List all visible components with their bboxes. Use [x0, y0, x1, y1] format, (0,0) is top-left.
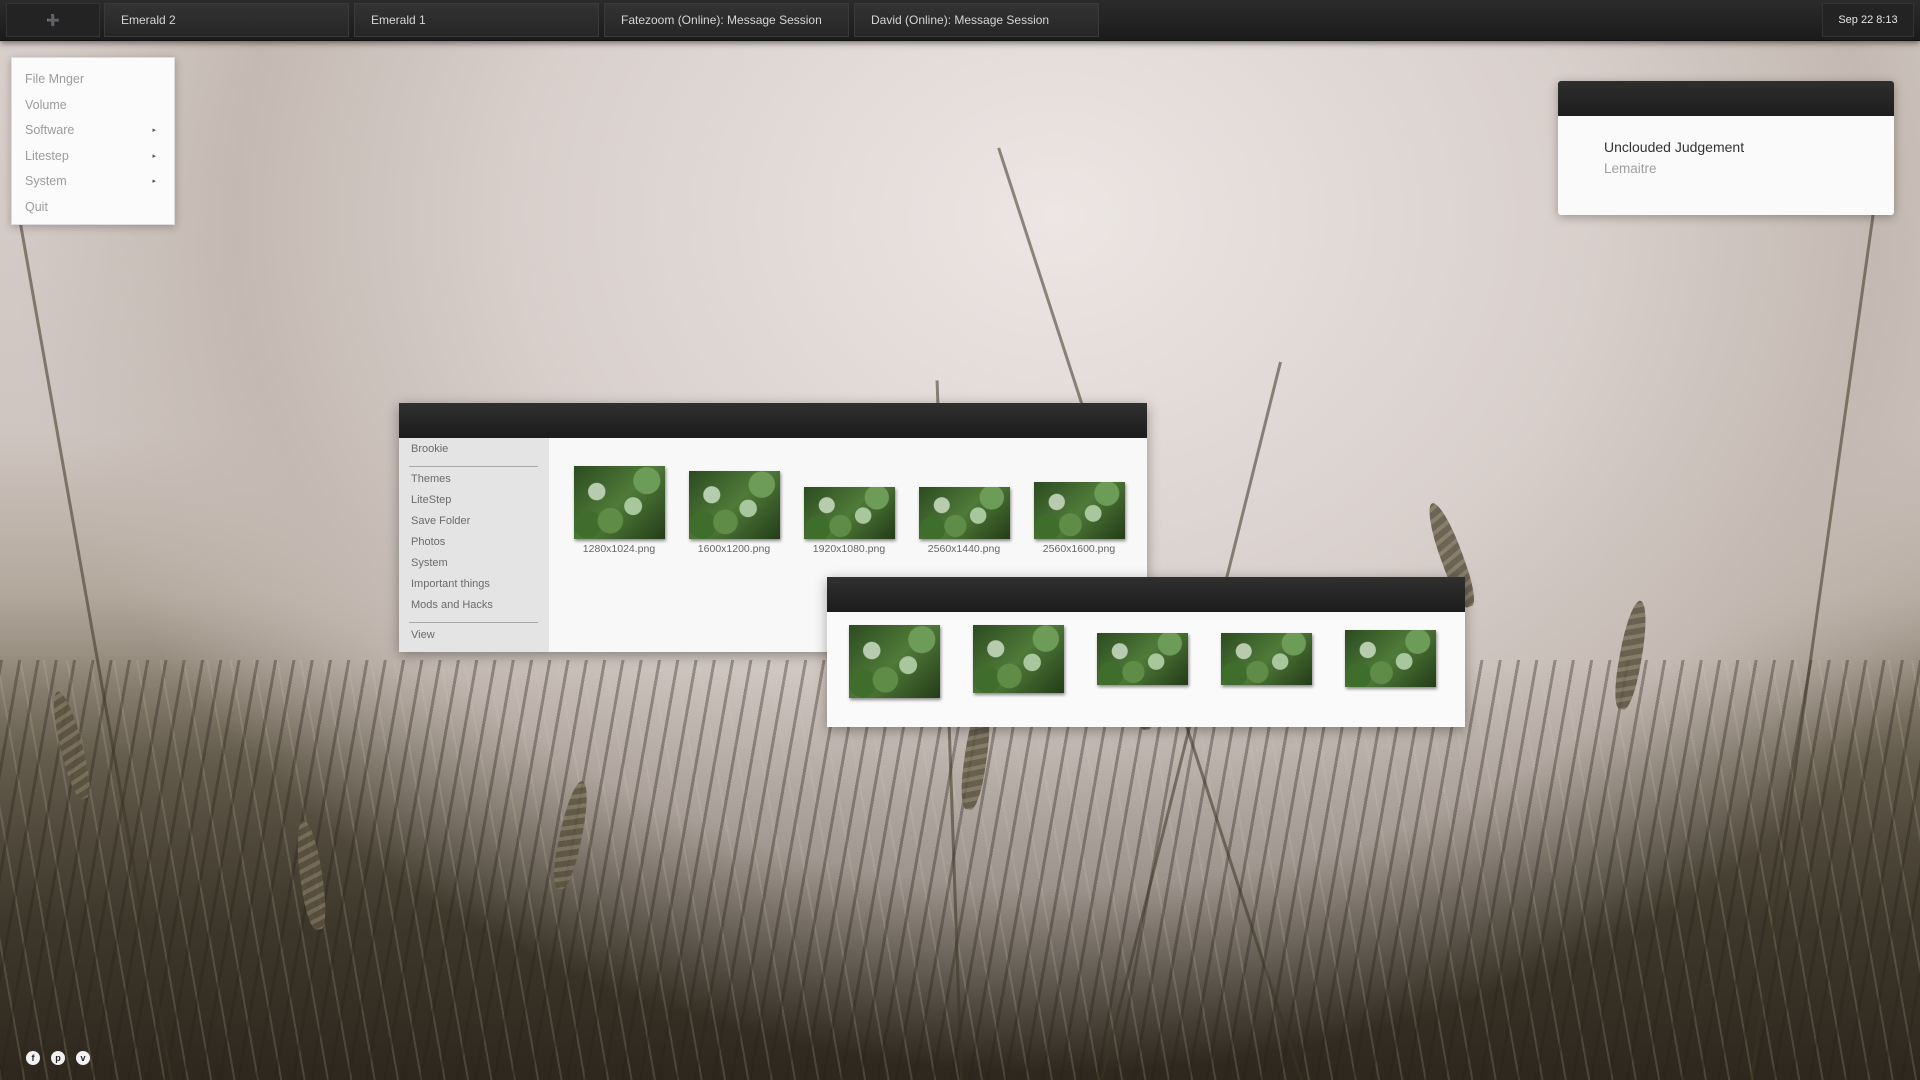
facebook-icon[interactable]: f [26, 1051, 40, 1065]
track-title: Unclouded Judgement [1604, 139, 1745, 155]
file-thumbnail[interactable] [574, 466, 665, 539]
sidebar-divider [409, 466, 538, 467]
file-name: 2560x1440.png [927, 543, 1001, 555]
task-button-david[interactable]: David (Online): Message Session [854, 3, 1099, 37]
arrow-right-icon: ▸ [152, 178, 156, 185]
image-thumbnail[interactable] [1221, 633, 1312, 685]
menu-item-file-manager[interactable]: File Mnger [12, 67, 174, 93]
file-thumbnail[interactable] [804, 487, 895, 539]
arrow-right-icon: ▸ [152, 152, 156, 160]
sidebar-item-system[interactable]: System [411, 557, 448, 569]
menu-item-software[interactable]: Software ▸ [12, 118, 174, 144]
image-thumbnail[interactable] [1345, 630, 1436, 687]
file-thumbnail[interactable] [1034, 482, 1125, 539]
start-button[interactable]: ➕ [6, 3, 100, 37]
vimeo-icon[interactable]: v [76, 1051, 90, 1065]
plus-icon: ➕ [46, 14, 60, 27]
sidebar-divider [409, 622, 538, 623]
file-browser-sidebar: Brookie Themes LiteStep Save Folder Phot… [399, 438, 549, 652]
task-button-fatezoom[interactable]: Fatezoom (Online): Message Session [604, 3, 849, 37]
file-thumbnail[interactable] [689, 471, 780, 539]
now-playing-widget: Unclouded Judgement Lemaitre [1558, 81, 1894, 215]
sidebar-item-themes[interactable]: Themes [411, 473, 451, 485]
file-name: 1920x1080.png [812, 543, 886, 555]
task-button-emerald-2[interactable]: Emerald 2 [104, 3, 349, 37]
sidebar-header-brookie[interactable]: Brookie [411, 443, 448, 455]
menu-item-volume[interactable]: Volume [12, 93, 174, 119]
file-name: 1280x1024.png [582, 543, 656, 555]
arrow-right-icon: ▸ [152, 127, 156, 134]
sidebar-item-litestep[interactable]: LiteStep [411, 494, 451, 506]
sidebar-item-mods-and-hacks[interactable]: Mods and Hacks [411, 599, 493, 611]
sidebar-item-photos[interactable]: Photos [411, 536, 445, 548]
menu-item-quit[interactable]: Quit [12, 195, 174, 221]
clock[interactable]: Sep 22 8:13 [1822, 3, 1914, 37]
pinterest-icon[interactable]: p [51, 1051, 65, 1065]
track-artist: Lemaitre [1604, 161, 1657, 176]
file-name: 1600x1200.png [697, 543, 771, 555]
menu-item-litestep[interactable]: Litestep ▸ [12, 144, 174, 170]
image-thumbnail[interactable] [973, 625, 1064, 693]
file-browser-titlebar[interactable] [399, 403, 1147, 438]
task-button-emerald-1[interactable]: Emerald 1 [354, 3, 599, 37]
image-preview-titlebar[interactable] [827, 577, 1465, 612]
menu-item-system[interactable]: System ▸ [12, 169, 174, 195]
image-thumbnail[interactable] [849, 625, 940, 698]
file-name: 2560x1600.png [1042, 543, 1116, 555]
image-preview-window [827, 577, 1465, 727]
file-thumbnail[interactable] [919, 487, 1010, 539]
now-playing-titlebar[interactable] [1558, 81, 1894, 116]
sidebar-item-important-things[interactable]: Important things [411, 578, 490, 590]
sidebar-item-save-folder[interactable]: Save Folder [411, 515, 470, 527]
popup-menu: File Mnger Volume Software ▸ Litestep ▸ Sy… [11, 57, 175, 225]
sidebar-item-view[interactable]: View [411, 629, 435, 641]
image-thumbnail[interactable] [1097, 633, 1188, 685]
taskbar: ➕ Emerald 2 Emerald 1 Fatezoom (Online):… [0, 0, 1920, 41]
